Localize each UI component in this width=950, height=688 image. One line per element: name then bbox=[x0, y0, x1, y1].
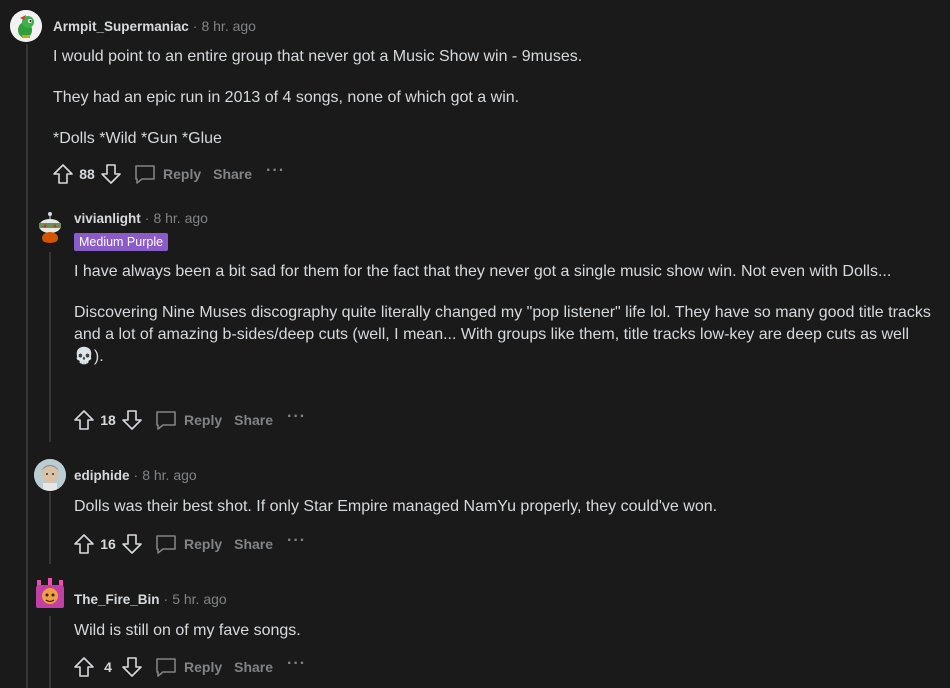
comment-paragraph: They had an epic run in 2013 of 4 songs,… bbox=[53, 89, 520, 106]
reply-label: Reply bbox=[184, 536, 223, 552]
arrow-up-icon[interactable] bbox=[51, 162, 75, 186]
comment-actions: 16 Reply Share ··· bbox=[72, 530, 306, 558]
comment-actions: 18 Reply Share ··· bbox=[72, 406, 306, 434]
vote-score: 16 bbox=[100, 536, 116, 552]
speech-bubble-icon bbox=[156, 658, 176, 677]
comment-meta: Armpit_Supermaniac · 8 hr. ago bbox=[53, 16, 256, 36]
username[interactable]: vivianlight bbox=[74, 211, 141, 226]
vote-score: 4 bbox=[104, 659, 112, 675]
arrow-down-icon[interactable] bbox=[120, 655, 144, 679]
comment-paragraph: I have always been a bit sad for them fo… bbox=[74, 263, 892, 280]
avatar[interactable] bbox=[34, 459, 66, 491]
reply-label: Reply bbox=[184, 659, 223, 675]
comment-paragraph: I would point to an entire group that ne… bbox=[53, 48, 583, 65]
arrow-down-icon[interactable] bbox=[99, 162, 123, 186]
arrow-up-icon[interactable] bbox=[72, 655, 96, 679]
comment-paragraph: Dolls was their best shot. If only Star … bbox=[74, 498, 718, 515]
arrow-up-icon[interactable] bbox=[72, 532, 96, 556]
reply-button[interactable]: Reply bbox=[154, 655, 222, 679]
comment-body: Dolls was their best shot. If only Star … bbox=[74, 496, 934, 518]
thread-line-the-fire-bin[interactable] bbox=[49, 616, 51, 688]
thread-line-root[interactable] bbox=[26, 44, 28, 688]
comment-actions: 4 Reply Share ··· bbox=[72, 653, 306, 681]
comment-meta: vivianlight · 8 hr. ago bbox=[74, 208, 208, 228]
snoo-avatar-icon bbox=[39, 212, 61, 243]
separator-dot: · bbox=[144, 210, 150, 226]
comment-actions: 88 Reply Share ··· bbox=[51, 160, 285, 188]
comment-meta: The_Fire_Bin · 5 hr. ago bbox=[74, 589, 227, 609]
user-flair: Medium Purple bbox=[74, 233, 169, 251]
separator-dot: · bbox=[192, 18, 198, 34]
thread-line-vivianlight[interactable] bbox=[49, 252, 51, 442]
comment-meta: ediphide · 8 hr. ago bbox=[74, 465, 197, 485]
more-options-button[interactable]: ··· bbox=[287, 408, 306, 426]
speech-bubble-icon bbox=[135, 165, 155, 184]
avatar-icon bbox=[34, 459, 66, 491]
more-options-button[interactable]: ··· bbox=[287, 532, 306, 550]
more-options-button[interactable]: ··· bbox=[287, 655, 306, 673]
username[interactable]: Armpit_Supermaniac bbox=[53, 19, 189, 34]
separator-dot: · bbox=[133, 467, 139, 483]
comment-paragraph: *Dolls *Wild *Gun *Glue bbox=[53, 130, 222, 147]
comment-body: I have always been a bit sad for them fo… bbox=[74, 261, 934, 368]
timestamp[interactable]: 5 hr. ago bbox=[172, 591, 227, 607]
avatar[interactable] bbox=[34, 576, 66, 608]
comment-paragraph: Wild is still on of my fave songs. bbox=[74, 622, 301, 639]
share-button[interactable]: Share bbox=[234, 659, 273, 675]
timestamp[interactable]: 8 hr. ago bbox=[142, 467, 197, 483]
more-options-button[interactable]: ··· bbox=[266, 162, 285, 180]
reply-label: Reply bbox=[184, 412, 223, 428]
username[interactable]: ediphide bbox=[74, 468, 130, 483]
comment-body: Wild is still on of my fave songs. bbox=[74, 620, 934, 642]
timestamp[interactable]: 8 hr. ago bbox=[201, 18, 256, 34]
reply-button[interactable]: Reply bbox=[133, 162, 201, 186]
arrow-down-icon[interactable] bbox=[120, 408, 144, 432]
avatar[interactable] bbox=[10, 10, 42, 42]
share-button[interactable]: Share bbox=[234, 412, 273, 428]
avatar[interactable] bbox=[34, 211, 66, 243]
arrow-up-icon[interactable] bbox=[72, 408, 96, 432]
timestamp[interactable]: 8 hr. ago bbox=[153, 210, 208, 226]
speech-bubble-icon bbox=[156, 535, 176, 554]
reply-label: Reply bbox=[163, 166, 202, 182]
username[interactable]: The_Fire_Bin bbox=[74, 592, 160, 607]
thread-line-ediphide[interactable] bbox=[49, 492, 51, 564]
reply-button[interactable]: Reply bbox=[154, 532, 222, 556]
reply-button[interactable]: Reply bbox=[154, 408, 222, 432]
vote-score: 88 bbox=[79, 166, 95, 182]
avatar-icon bbox=[10, 10, 42, 42]
arrow-down-icon[interactable] bbox=[120, 532, 144, 556]
speech-bubble-icon bbox=[156, 411, 176, 430]
comment-paragraph: Discovering Nine Muses discography quite… bbox=[74, 304, 931, 365]
avatar-icon bbox=[36, 578, 64, 608]
vote-score: 18 bbox=[100, 412, 116, 428]
share-button[interactable]: Share bbox=[234, 536, 273, 552]
separator-dot: · bbox=[163, 591, 169, 607]
share-button[interactable]: Share bbox=[213, 166, 252, 182]
comment-body: I would point to an entire group that ne… bbox=[53, 46, 933, 150]
